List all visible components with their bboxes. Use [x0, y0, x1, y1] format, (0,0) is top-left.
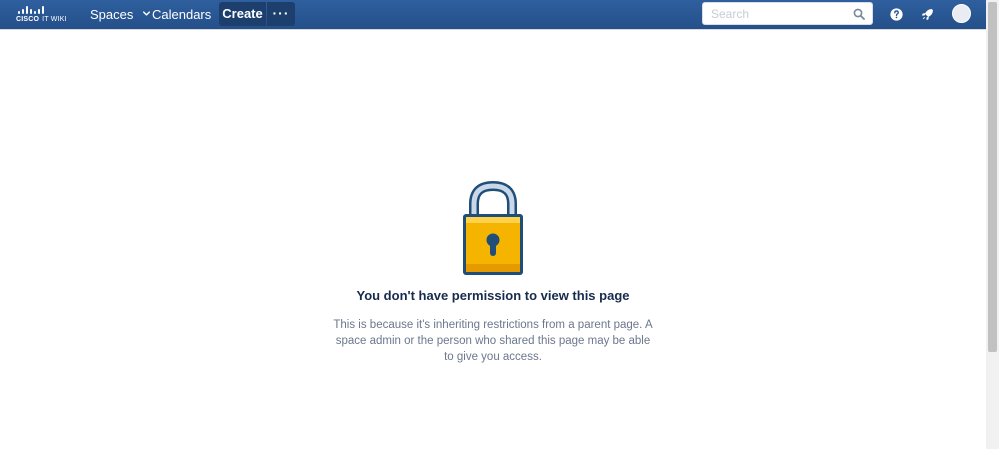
rocket-icon[interactable]: [919, 6, 936, 23]
cisco-it-wiki-logo[interactable]: CISCO IT WIKI: [16, 6, 72, 24]
logo-text: CISCO IT WIKI: [16, 16, 67, 23]
padlock-icon: [463, 180, 523, 275]
calendars-link[interactable]: Calendars: [152, 0, 211, 29]
scrollbar-thumb[interactable]: [988, 2, 997, 352]
app: CISCO IT WIKI Spaces Calendars Create ···: [0, 0, 999, 449]
permission-title: You don't have permission to view this p…: [356, 288, 630, 303]
avatar[interactable]: [952, 4, 971, 23]
vertical-scrollbar[interactable]: [986, 0, 999, 449]
search-input[interactable]: [703, 3, 859, 24]
top-navigation-bar: CISCO IT WIKI Spaces Calendars Create ···: [0, 0, 986, 29]
search-icon[interactable]: [853, 8, 865, 20]
permission-description: This is because it's inheriting restrict…: [333, 319, 653, 363]
no-permission-message: You don't have permission to view this p…: [300, 180, 686, 365]
cisco-bars-icon: [18, 6, 46, 14]
help-icon[interactable]: [888, 6, 905, 23]
more-options-button[interactable]: ···: [267, 2, 295, 26]
chevron-down-icon: [143, 11, 150, 16]
spaces-label: Spaces: [90, 7, 134, 22]
logo-product: IT WIKI: [42, 16, 67, 23]
logo-brand: CISCO: [16, 16, 40, 23]
spaces-menu[interactable]: Spaces: [90, 0, 150, 29]
create-button[interactable]: Create: [219, 2, 266, 26]
search-box: [702, 2, 873, 25]
